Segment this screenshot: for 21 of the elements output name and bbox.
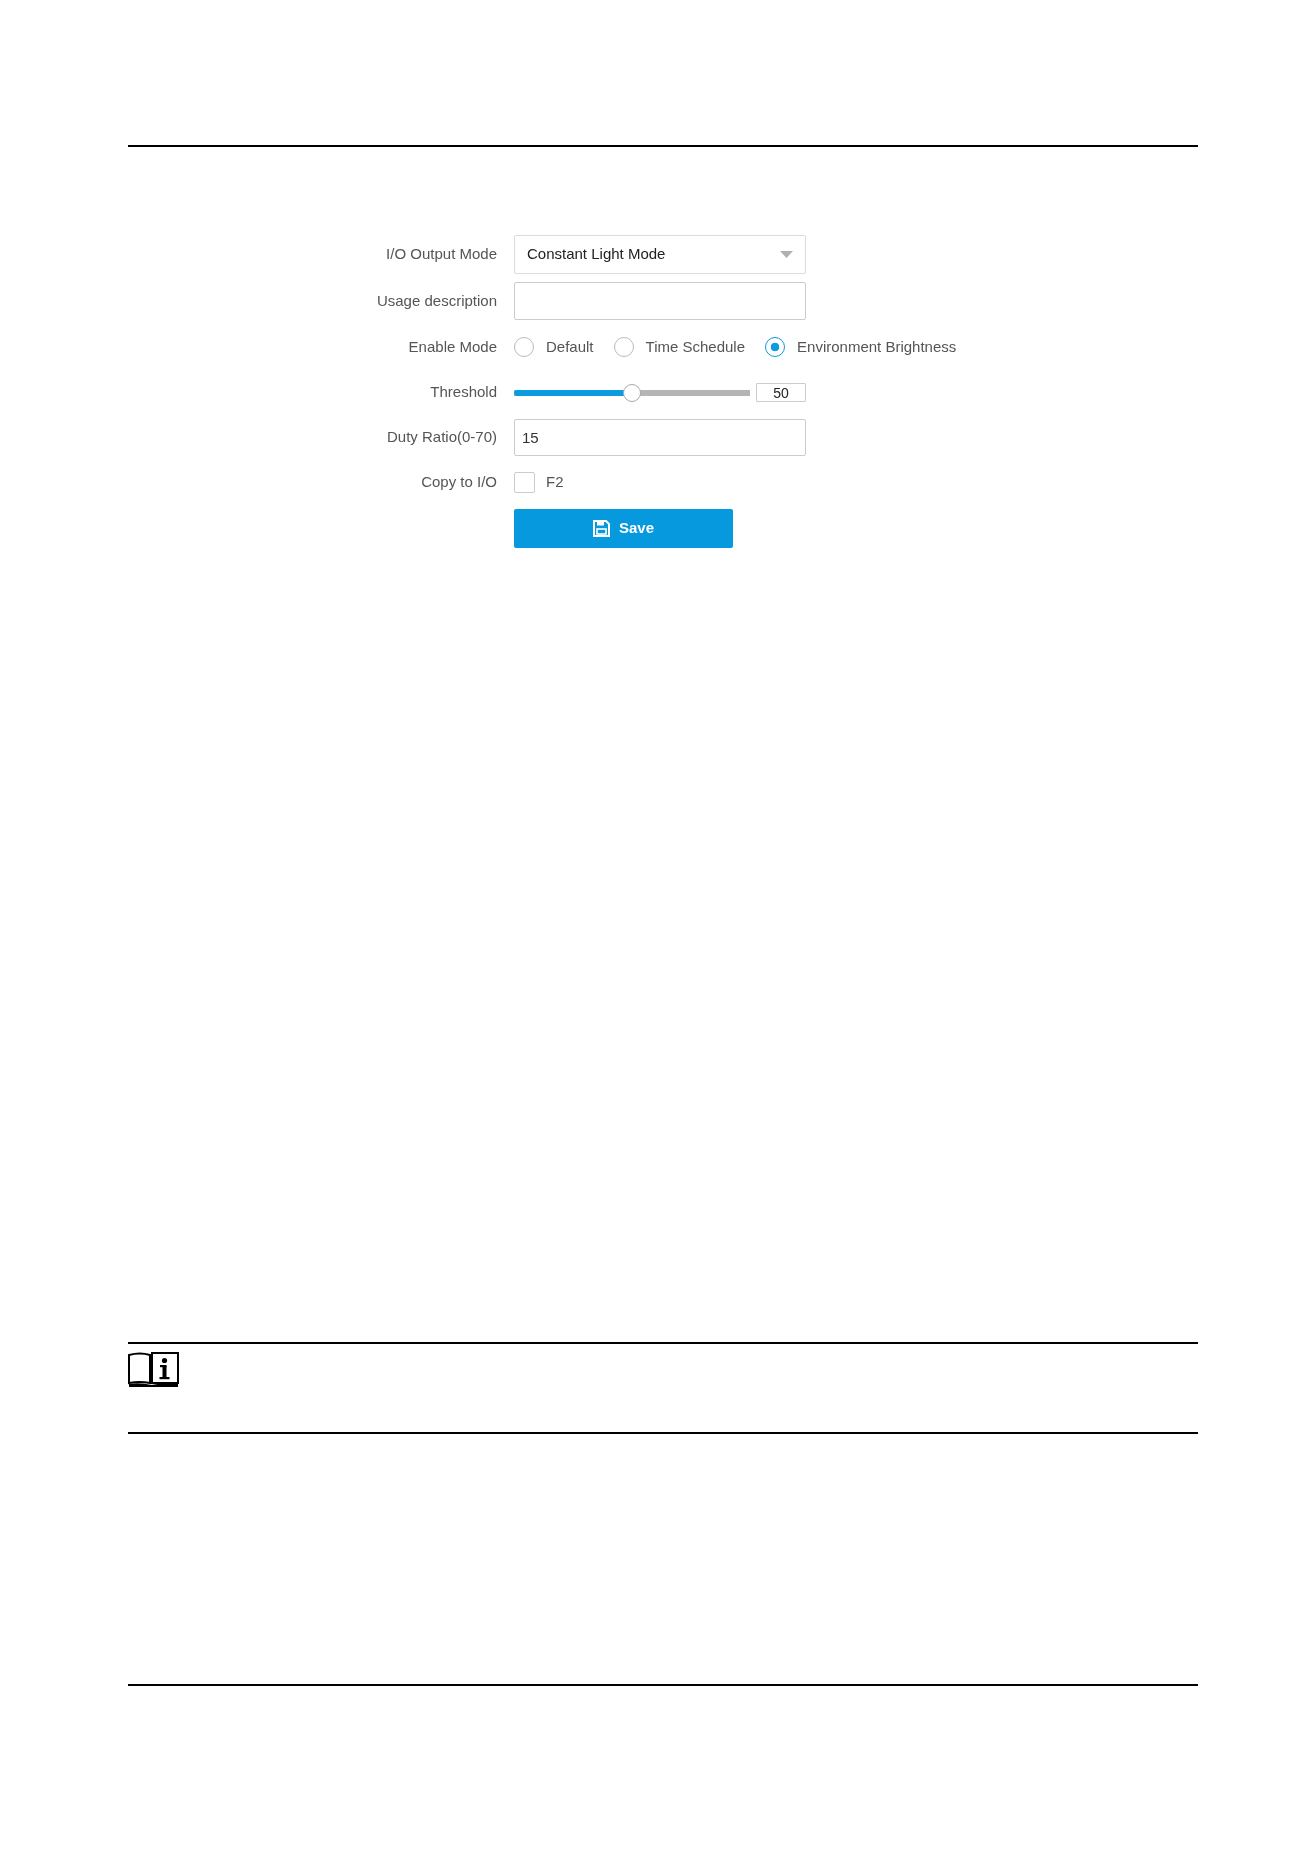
dropdown[interactable]: Constant Light Mode: [514, 235, 806, 274]
caret-icon: [780, 251, 793, 258]
radio-label: Time Schedule: [645, 336, 746, 357]
radio-button[interactable]: [613, 337, 634, 357]
radio-button[interactable]: [514, 337, 534, 357]
radio-button[interactable]: [765, 337, 786, 357]
field-label: Copy to I/O: [421, 472, 497, 493]
checkbox-label: F2: [546, 472, 564, 493]
field-label: Duty Ratio(0-70): [386, 427, 497, 448]
field-label: Enable Mode: [408, 336, 497, 357]
text-input[interactable]: 15: [514, 419, 806, 456]
checkbox[interactable]: [514, 472, 535, 493]
value-input[interactable]: 50: [756, 383, 806, 402]
field-label: Threshold: [430, 382, 497, 403]
field-label: I/O Output Mode: [386, 244, 497, 265]
slider-thumb[interactable]: [623, 383, 641, 402]
radio-label: Environment Brightness: [797, 336, 957, 357]
radio-label: Default: [546, 336, 594, 357]
info-book-icon: [128, 1351, 179, 1387]
text-input[interactable]: [514, 282, 806, 320]
field-label: Usage description: [376, 290, 497, 311]
